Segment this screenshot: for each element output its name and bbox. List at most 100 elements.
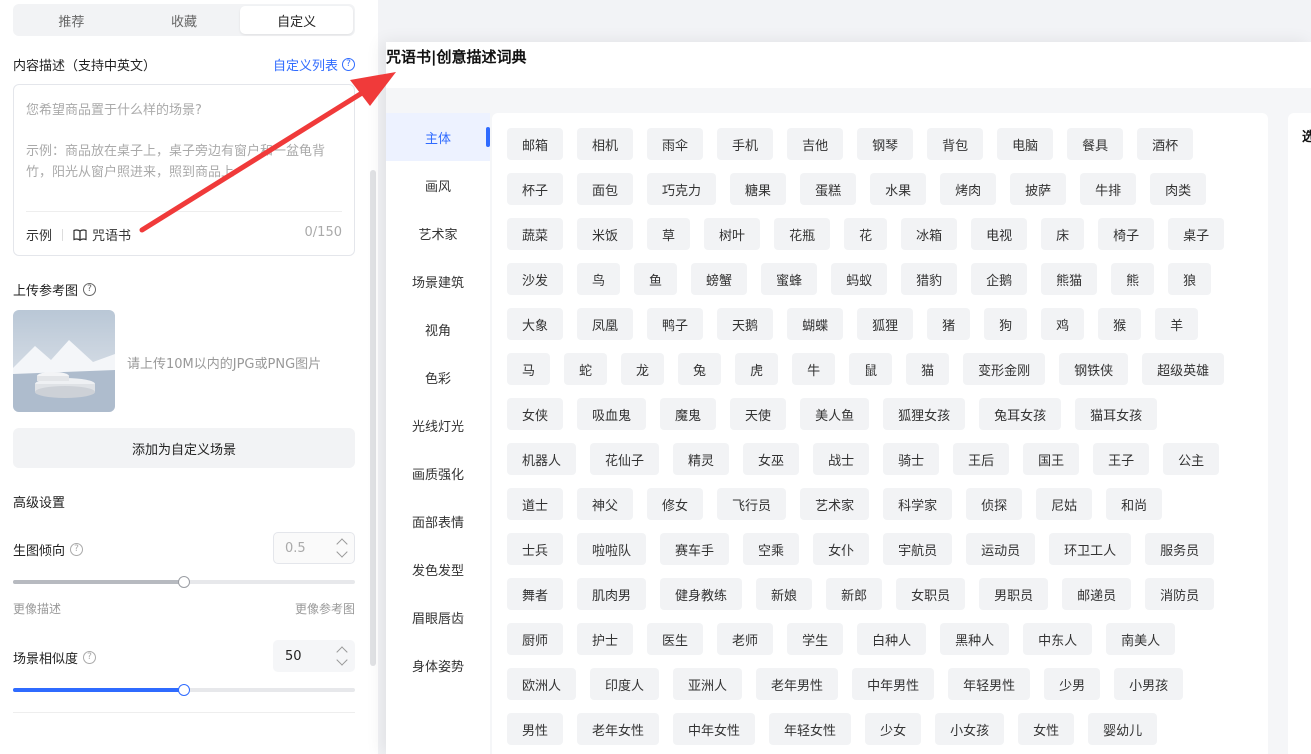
tag-chip[interactable]: 蛋糕 [800, 173, 857, 205]
tag-chip[interactable]: 酒杯 [1137, 128, 1194, 160]
tag-chip[interactable]: 年轻男性 [948, 668, 1031, 700]
chevron-down-icon[interactable] [336, 654, 348, 666]
tag-chip[interactable]: 企鹅 [971, 263, 1028, 295]
tag-chip[interactable]: 狗 [984, 308, 1028, 340]
tag-chip[interactable]: 亚洲人 [673, 668, 743, 700]
tag-chip[interactable]: 沙发 [507, 263, 564, 295]
tag-chip[interactable]: 少男 [1044, 668, 1101, 700]
category-item[interactable]: 场景建筑 [386, 257, 490, 305]
tag-chip[interactable]: 学生 [787, 623, 844, 655]
tag-chip[interactable]: 蜜蜂 [761, 263, 818, 295]
tag-chip[interactable]: 精灵 [673, 443, 730, 475]
tag-chip[interactable]: 厨师 [507, 623, 564, 655]
tag-chip[interactable]: 老年女性 [577, 713, 660, 745]
tag-chip[interactable]: 牛排 [1080, 173, 1137, 205]
tag-chip[interactable]: 天鹅 [717, 308, 774, 340]
tag-chip[interactable]: 国王 [1023, 443, 1080, 475]
tag-chip[interactable]: 道士 [507, 488, 564, 520]
similarity-stepper[interactable]: 50 [273, 640, 355, 672]
tag-chip[interactable]: 飞行员 [717, 488, 787, 520]
tag-chip[interactable]: 环卫工人 [1049, 533, 1132, 565]
tag-chip[interactable]: 侦探 [966, 488, 1023, 520]
tag-chip[interactable]: 啦啦队 [577, 533, 647, 565]
tag-chip[interactable]: 小男孩 [1114, 668, 1184, 700]
tag-chip[interactable]: 鱼 [634, 263, 678, 295]
tag-chip[interactable]: 士兵 [507, 533, 564, 565]
spellbook-button[interactable]: 咒语书 [92, 225, 131, 244]
tag-chip[interactable]: 杯子 [507, 173, 564, 205]
tag-chip[interactable]: 战士 [813, 443, 870, 475]
tag-chip[interactable]: 超级英雄 [1142, 353, 1225, 385]
tag-chip[interactable]: 熊猫 [1041, 263, 1098, 295]
tag-chip[interactable]: 天使 [730, 398, 787, 430]
tag-chip[interactable]: 老年男性 [756, 668, 839, 700]
tag-chip[interactable]: 女性 [1018, 713, 1075, 745]
slider-thumb[interactable] [178, 684, 190, 696]
tag-chip[interactable]: 女职员 [896, 578, 966, 610]
tag-chip[interactable]: 肉类 [1150, 173, 1207, 205]
tag-chip[interactable]: 老师 [717, 623, 774, 655]
tag-chip[interactable]: 虎 [735, 353, 779, 385]
tag-chip[interactable]: 中东人 [1023, 623, 1093, 655]
tag-chip[interactable]: 相机 [577, 128, 634, 160]
tag-chip[interactable]: 牛 [792, 353, 836, 385]
tag-chip[interactable]: 女侠 [507, 398, 564, 430]
left-scrollbar[interactable] [370, 170, 376, 666]
tag-chip[interactable]: 羊 [1155, 308, 1199, 340]
add-custom-scene-button[interactable]: 添加为自定义场景 [13, 428, 355, 468]
tag-chip[interactable]: 蔬菜 [507, 218, 564, 250]
tag-chip[interactable]: 花仙子 [590, 443, 660, 475]
custom-list-link[interactable]: 自定义列表 ? [273, 55, 355, 74]
category-item[interactable]: 面部表情 [386, 497, 490, 545]
tag-chip[interactable]: 花 [844, 218, 888, 250]
tag-chip[interactable]: 手机 [717, 128, 774, 160]
tag-chip[interactable]: 科学家 [883, 488, 953, 520]
tag-chip[interactable]: 王子 [1093, 443, 1150, 475]
tag-chip[interactable]: 服务员 [1145, 533, 1215, 565]
tag-chip[interactable]: 烤肉 [940, 173, 997, 205]
tag-chip[interactable]: 雨伞 [647, 128, 704, 160]
tag-chip[interactable]: 背包 [927, 128, 984, 160]
tag-chip[interactable]: 水果 [870, 173, 927, 205]
stepper-arrows[interactable] [336, 537, 348, 558]
help-icon[interactable]: ? [83, 651, 97, 664]
tag-chip[interactable]: 少女 [865, 713, 922, 745]
tag-chip[interactable]: 男职员 [979, 578, 1049, 610]
tag-chip[interactable]: 冰箱 [901, 218, 958, 250]
tag-chip[interactable]: 神父 [577, 488, 634, 520]
tag-chip[interactable]: 骑士 [883, 443, 940, 475]
tag-chip[interactable]: 消防员 [1145, 578, 1215, 610]
tag-chip[interactable]: 蛇 [564, 353, 608, 385]
tag-chip[interactable]: 变形金刚 [963, 353, 1046, 385]
similarity-slider[interactable] [13, 684, 355, 696]
tag-chip[interactable]: 米饭 [577, 218, 634, 250]
tendency-slider[interactable] [13, 576, 355, 588]
tag-chip[interactable]: 美人鱼 [800, 398, 870, 430]
category-item[interactable]: 艺术家 [386, 209, 490, 257]
tag-chip[interactable]: 新娘 [756, 578, 813, 610]
tag-chip[interactable]: 婴幼儿 [1088, 713, 1158, 745]
tag-chip[interactable]: 欧洲人 [507, 668, 577, 700]
category-item[interactable]: 光线灯光 [386, 401, 490, 449]
tag-chip[interactable]: 鼠 [849, 353, 893, 385]
stepper-arrows[interactable] [336, 645, 348, 666]
category-item[interactable]: 视角 [386, 305, 490, 353]
slider-thumb[interactable] [178, 576, 190, 588]
chevron-down-icon[interactable] [336, 546, 348, 558]
tag-chip[interactable]: 新郎 [826, 578, 883, 610]
tag-chip[interactable]: 尼姑 [1036, 488, 1093, 520]
category-item[interactable]: 身体姿势 [386, 641, 490, 689]
content-desc-textarea[interactable]: 您希望商品置于什么样的场景? 示例：商品放在桌子上，桌子旁边有窗户和一盆龟背竹，… [13, 84, 355, 256]
tendency-stepper[interactable]: 0.5 [273, 532, 355, 564]
tag-chip[interactable]: 餐具 [1067, 128, 1124, 160]
tag-chip[interactable]: 狐狸 [857, 308, 914, 340]
tag-chip[interactable]: 蝴蝶 [787, 308, 844, 340]
tag-chip[interactable]: 蚂蚁 [831, 263, 888, 295]
tag-chip[interactable]: 熊 [1111, 263, 1155, 295]
tag-chip[interactable]: 电视 [971, 218, 1028, 250]
tag-chip[interactable]: 花瓶 [774, 218, 831, 250]
tag-chip[interactable]: 草 [647, 218, 691, 250]
tag-chip[interactable]: 和尚 [1106, 488, 1163, 520]
help-icon[interactable]: ? [70, 543, 84, 556]
tag-chip[interactable]: 钢铁侠 [1059, 353, 1129, 385]
